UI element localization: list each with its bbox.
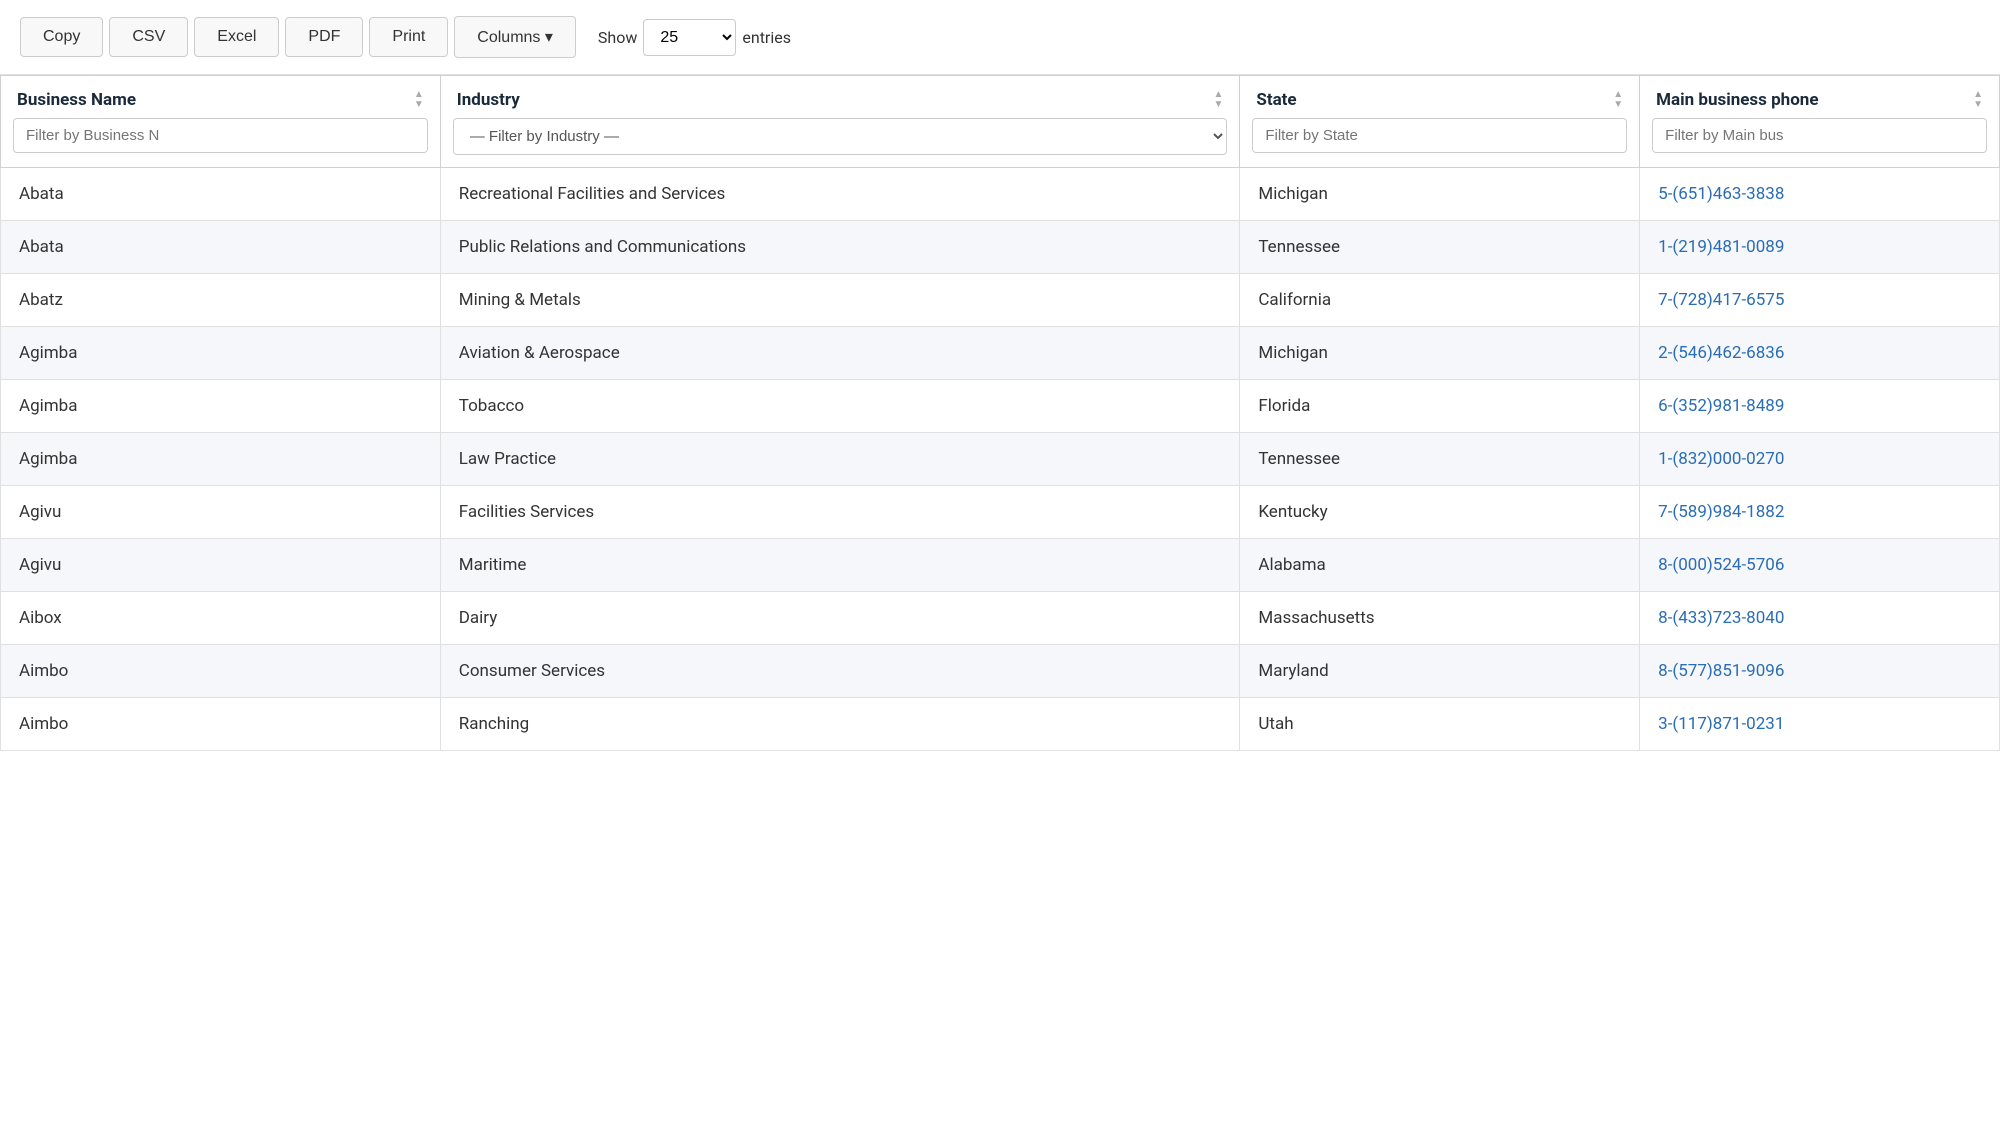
cell-business: Agimba xyxy=(1,433,441,486)
cell-business: Abatz xyxy=(1,274,441,327)
col-phone-label: Main business phone xyxy=(1656,90,1818,110)
cell-industry: Facilities Services xyxy=(440,486,1240,539)
copy-button[interactable]: Copy xyxy=(20,17,103,57)
th-industry: Industry ▲ ▼ — Filter by Industry — xyxy=(440,76,1240,168)
cell-state: Kentucky xyxy=(1240,486,1640,539)
cell-industry: Tobacco xyxy=(440,380,1240,433)
phone-link[interactable]: 7-(589)984-1882 xyxy=(1658,502,1784,522)
columns-button[interactable]: Columns ▾ xyxy=(454,16,576,58)
sort-arrows-state[interactable]: ▲ ▼ xyxy=(1613,90,1623,110)
col-business-label: Business Name xyxy=(17,90,136,110)
cell-business: Aimbo xyxy=(1,645,441,698)
table-row: AbataPublic Relations and Communications… xyxy=(1,221,2000,274)
cell-phone[interactable]: 2-(546)462-6836 xyxy=(1640,327,2000,380)
show-label: Show xyxy=(598,28,637,47)
table-row: AgimbaAviation & AerospaceMichigan 2-(546… xyxy=(1,327,2000,380)
table-row: AimboConsumer ServicesMaryland 8-(577)851… xyxy=(1,645,2000,698)
table-row: AbataRecreational Facilities and Service… xyxy=(1,168,2000,221)
col-state-label: State xyxy=(1256,90,1296,110)
phone-link[interactable]: 8-(577)851-9096 xyxy=(1658,661,1784,681)
excel-button[interactable]: Excel xyxy=(194,17,279,57)
phone-link[interactable]: 8-(000)524-5706 xyxy=(1658,555,1784,575)
filter-phone-input[interactable] xyxy=(1652,118,1987,153)
cell-business: Agivu xyxy=(1,539,441,592)
table-row: AiboxDairyMassachusetts 8-(433)723-8040 xyxy=(1,592,2000,645)
cell-state: Utah xyxy=(1240,698,1640,751)
cell-industry: Mining & Metals xyxy=(440,274,1240,327)
cell-phone[interactable]: 3-(117)871-0231 xyxy=(1640,698,2000,751)
cell-industry: Aviation & Aerospace xyxy=(440,327,1240,380)
csv-button[interactable]: CSV xyxy=(109,17,188,57)
table-header-row: Business Name ▲ ▼ xyxy=(1,76,2000,168)
cell-industry: Recreational Facilities and Services xyxy=(440,168,1240,221)
cell-phone[interactable]: 1-(219)481-0089 xyxy=(1640,221,2000,274)
cell-business: Agimba xyxy=(1,380,441,433)
cell-state: Tennessee xyxy=(1240,221,1640,274)
cell-state: Michigan xyxy=(1240,327,1640,380)
table-row: AimboRanchingUtah 3-(117)871-0231 xyxy=(1,698,2000,751)
phone-link[interactable]: 1-(219)481-0089 xyxy=(1658,237,1784,257)
cell-industry: Maritime xyxy=(440,539,1240,592)
phone-link[interactable]: 3-(117)871-0231 xyxy=(1658,714,1784,734)
table-row: AgimbaTobaccoFlorida 6-(352)981-8489 xyxy=(1,380,2000,433)
phone-link[interactable]: 6-(352)981-8489 xyxy=(1658,396,1784,416)
cell-state: Alabama xyxy=(1240,539,1640,592)
cell-business: Aimbo xyxy=(1,698,441,751)
table-body: AbataRecreational Facilities and Service… xyxy=(1,168,2000,751)
pdf-button[interactable]: PDF xyxy=(285,17,363,57)
sort-arrows-business[interactable]: ▲ ▼ xyxy=(414,90,424,110)
cell-state: Tennessee xyxy=(1240,433,1640,486)
th-business: Business Name ▲ ▼ xyxy=(1,76,441,168)
phone-link[interactable]: 1-(832)000-0270 xyxy=(1658,449,1784,469)
cell-business: Agivu xyxy=(1,486,441,539)
phone-link[interactable]: 7-(728)417-6575 xyxy=(1658,290,1784,310)
data-table: Business Name ▲ ▼ xyxy=(0,75,2000,751)
cell-industry: Dairy xyxy=(440,592,1240,645)
cell-phone[interactable]: 6-(352)981-8489 xyxy=(1640,380,2000,433)
filter-business-input[interactable] xyxy=(13,118,428,153)
cell-phone[interactable]: 1-(832)000-0270 xyxy=(1640,433,2000,486)
cell-industry: Ranching xyxy=(440,698,1240,751)
print-button[interactable]: Print xyxy=(369,17,448,57)
cell-state: Florida xyxy=(1240,380,1640,433)
cell-business: Aibox xyxy=(1,592,441,645)
cell-business: Agimba xyxy=(1,327,441,380)
cell-phone[interactable]: 8-(000)524-5706 xyxy=(1640,539,2000,592)
entries-label: entries xyxy=(742,28,791,47)
th-phone: Main business phone ▲ ▼ xyxy=(1640,76,2000,168)
table-row: AgivuMaritimeAlabama 8-(000)524-5706 xyxy=(1,539,2000,592)
phone-link[interactable]: 5-(651)463-3838 xyxy=(1658,184,1784,204)
cell-industry: Law Practice xyxy=(440,433,1240,486)
table-row: AgimbaLaw PracticeTennessee 1-(832)000-02… xyxy=(1,433,2000,486)
sort-arrows-phone[interactable]: ▲ ▼ xyxy=(1973,90,1983,110)
cell-phone[interactable]: 7-(728)417-6575 xyxy=(1640,274,2000,327)
filter-industry-select[interactable]: — Filter by Industry — xyxy=(453,118,1228,155)
cell-phone[interactable]: 7-(589)984-1882 xyxy=(1640,486,2000,539)
table-row: AbatzMining & MetalsCalifornia 7-(728)417… xyxy=(1,274,2000,327)
table-row: AgivuFacilities ServicesKentucky 7-(589)9… xyxy=(1,486,2000,539)
cell-state: Maryland xyxy=(1240,645,1640,698)
cell-phone[interactable]: 5-(651)463-3838 xyxy=(1640,168,2000,221)
cell-phone[interactable]: 8-(577)851-9096 xyxy=(1640,645,2000,698)
cell-state: California xyxy=(1240,274,1640,327)
cell-state: Michigan xyxy=(1240,168,1640,221)
toolbar: Copy CSV Excel PDF Print Columns ▾ Show … xyxy=(0,0,2000,75)
cell-business: Abata xyxy=(1,221,441,274)
col-industry-label: Industry xyxy=(457,90,520,110)
table-wrapper: Business Name ▲ ▼ xyxy=(0,75,2000,751)
phone-link[interactable]: 8-(433)723-8040 xyxy=(1658,608,1784,628)
phone-link[interactable]: 2-(546)462-6836 xyxy=(1658,343,1784,363)
show-select[interactable]: 10 25 50 100 xyxy=(643,19,736,56)
cell-phone[interactable]: 8-(433)723-8040 xyxy=(1640,592,2000,645)
filter-state-input[interactable] xyxy=(1252,118,1627,153)
sort-arrows-industry[interactable]: ▲ ▼ xyxy=(1213,90,1223,110)
cell-state: Massachusetts xyxy=(1240,592,1640,645)
cell-industry: Public Relations and Communications xyxy=(440,221,1240,274)
cell-industry: Consumer Services xyxy=(440,645,1240,698)
th-state: State ▲ ▼ xyxy=(1240,76,1640,168)
cell-business: Abata xyxy=(1,168,441,221)
